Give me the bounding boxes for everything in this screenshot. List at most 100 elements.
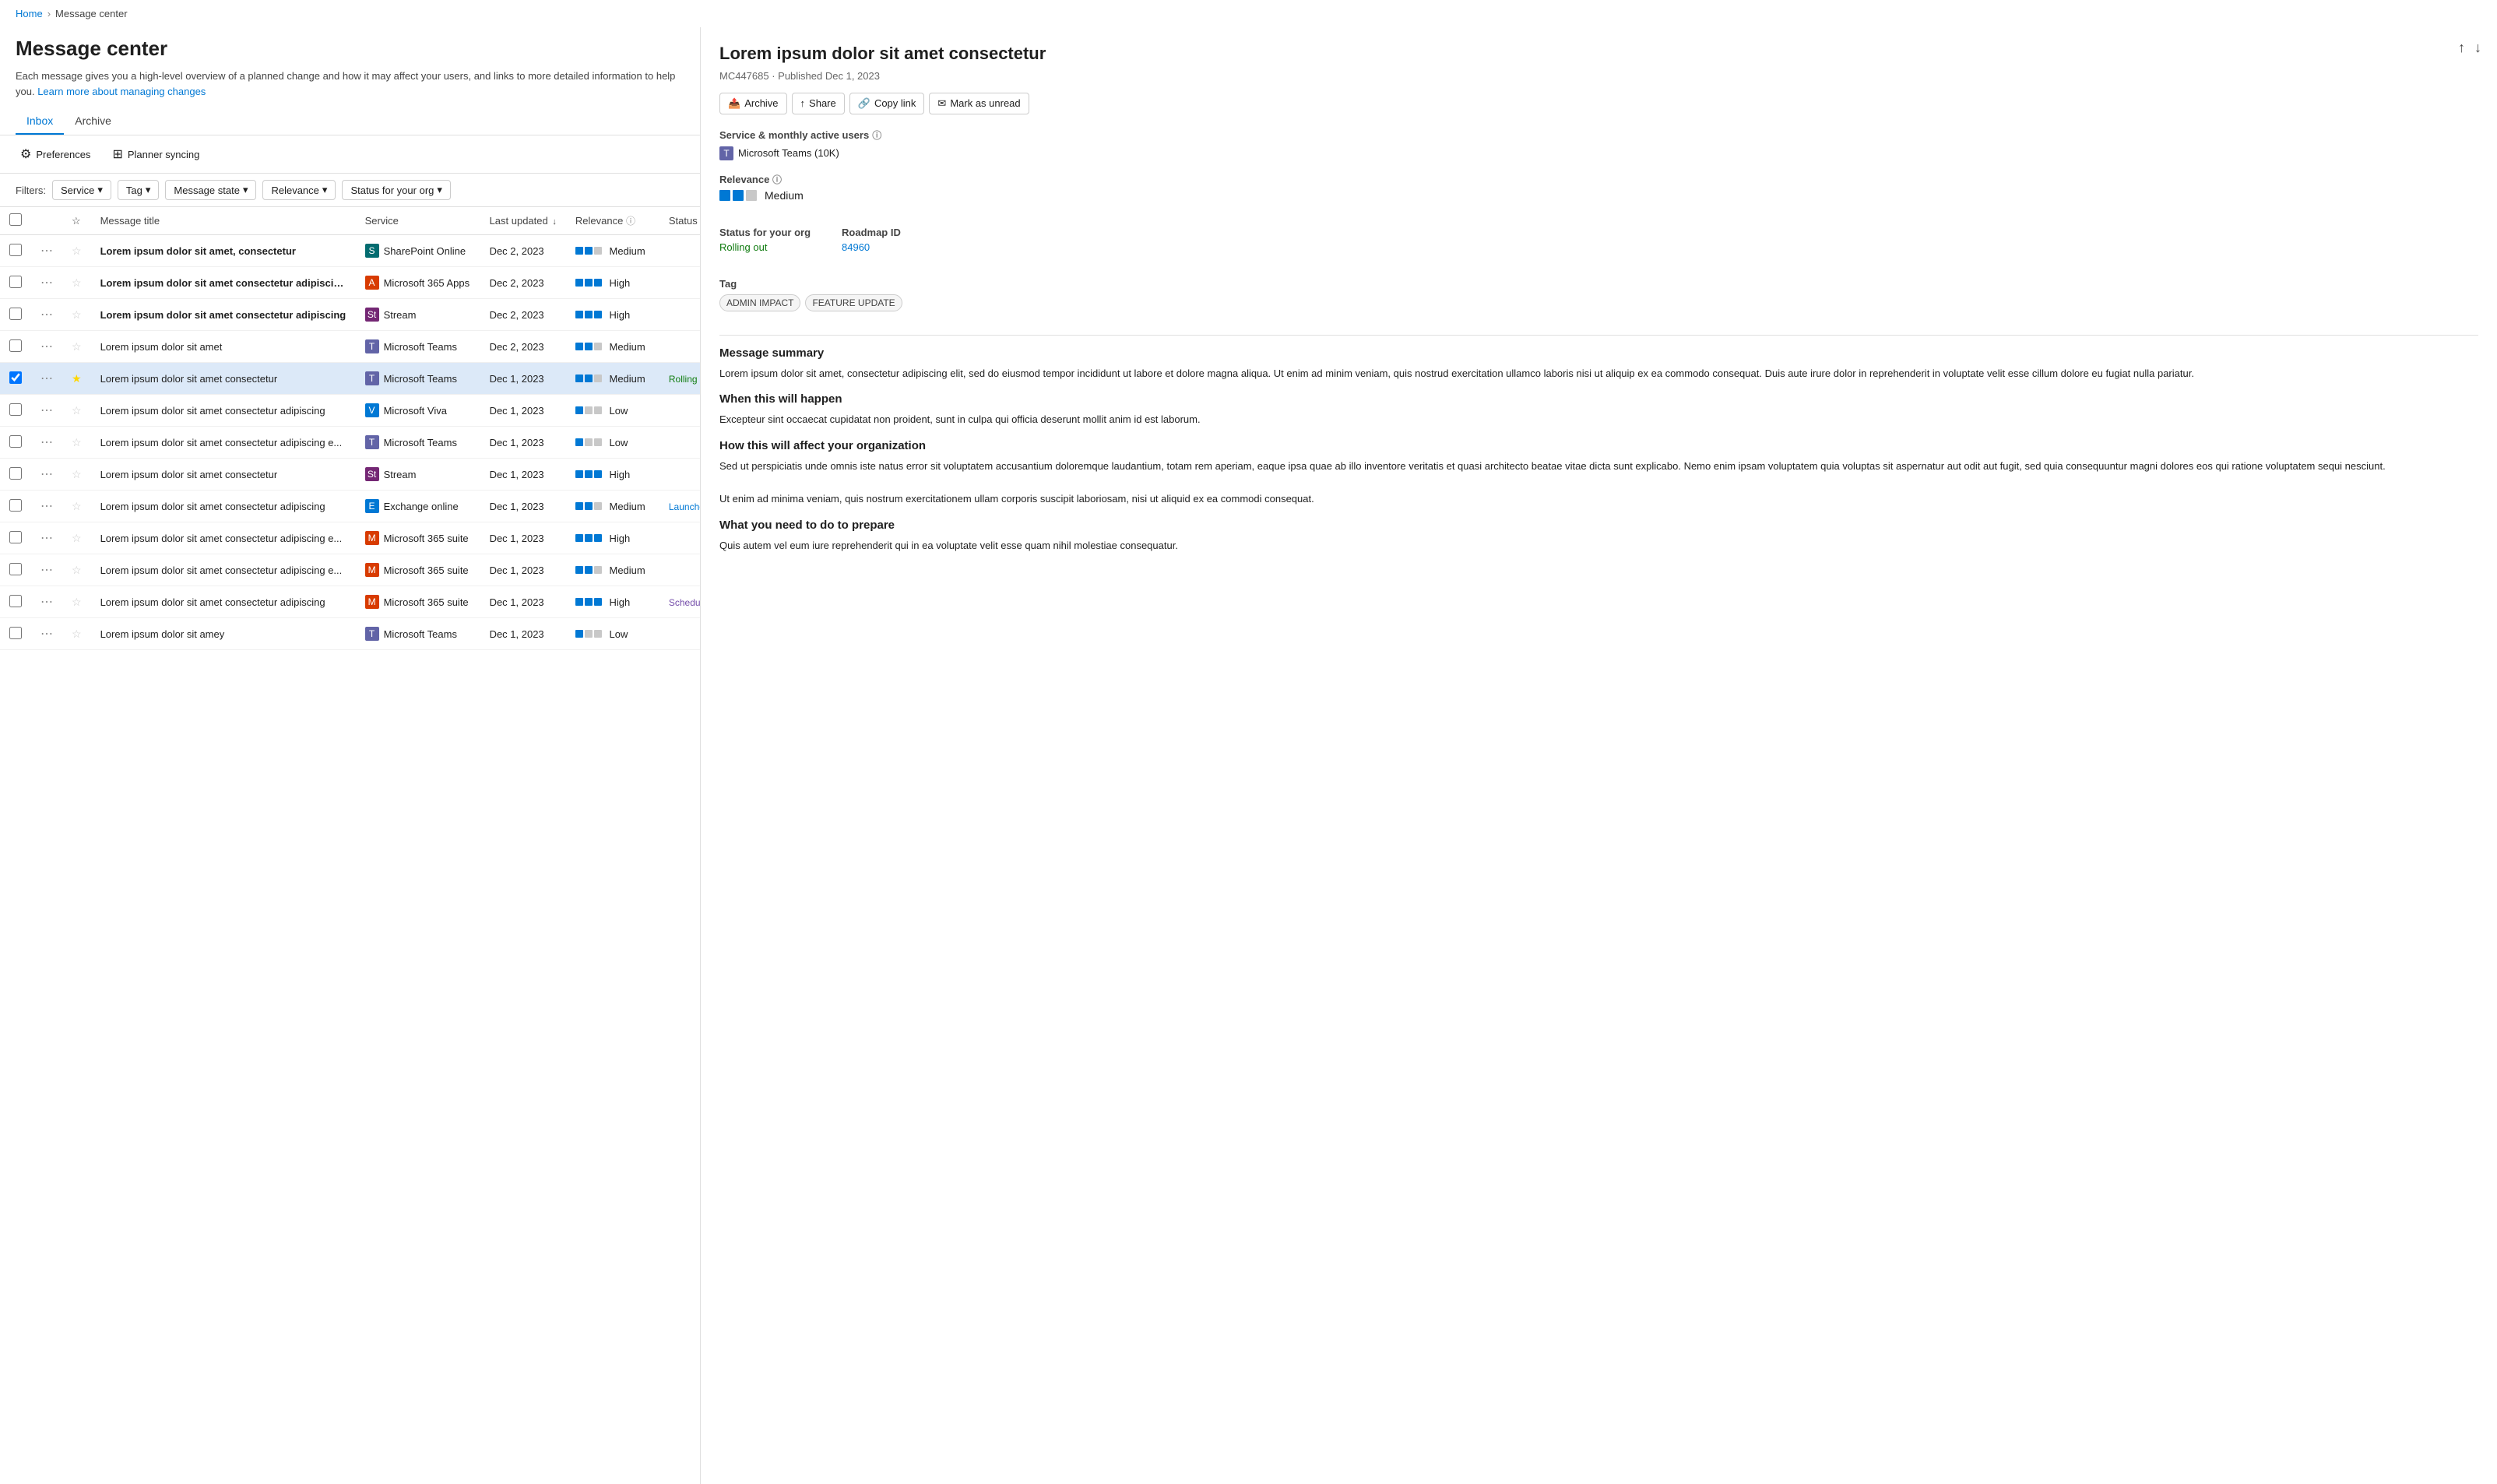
row-checkbox-1[interactable] xyxy=(9,244,22,256)
row-star-icon[interactable]: ☆ xyxy=(72,468,82,480)
service-name: Microsoft 365 Apps xyxy=(384,277,470,289)
row-title-cell: Lorem ipsum dolor sit amet consectetur a… xyxy=(91,267,356,299)
row-star-icon[interactable]: ★ xyxy=(72,372,82,385)
table-row[interactable]: ⋯ ☆ Lorem ipsum dolor sit amet consectet… xyxy=(0,522,700,554)
row-checkbox-10[interactable] xyxy=(9,531,22,543)
row-menu-icon[interactable]: ⋯ xyxy=(40,468,53,481)
row-date: Dec 1, 2023 xyxy=(490,405,544,417)
archive-action-button[interactable]: 📤 Archive xyxy=(719,93,787,114)
col-date-header[interactable]: Last updated ↓ xyxy=(480,207,566,235)
table-row[interactable]: ⋯ ☆ Lorem ipsum dolor sit amet consectet… xyxy=(0,491,700,522)
planner-syncing-button[interactable]: ⊞ Planner syncing xyxy=(107,143,204,165)
row-star-icon[interactable]: ☆ xyxy=(72,244,82,257)
table-row[interactable]: ⋯ ☆ Lorem ipsum dolor sit amet T Microso… xyxy=(0,331,700,363)
row-relevance-label: High xyxy=(610,533,631,544)
table-row[interactable]: ⋯ ☆ Lorem ipsum dolor sit amet consectet… xyxy=(0,299,700,331)
row-menu-icon[interactable]: ⋯ xyxy=(40,564,53,577)
row-menu-icon[interactable]: ⋯ xyxy=(40,500,53,513)
row-title-cell: Lorem ipsum dolor sit amet consectetur a… xyxy=(91,395,356,427)
table-row[interactable]: ⋯ ☆ Lorem ipsum dolor sit amet consectet… xyxy=(0,395,700,427)
service-name: Microsoft Teams xyxy=(384,628,457,640)
row-title-cell: Lorem ipsum dolor sit amey xyxy=(91,618,356,650)
filter-status-org[interactable]: Status for your org ▾ xyxy=(342,180,450,200)
table-row[interactable]: ⋯ ☆ Lorem ipsum dolor sit amey T Microso… xyxy=(0,618,700,650)
select-all-checkbox[interactable] xyxy=(9,213,22,226)
row-star-icon[interactable]: ☆ xyxy=(72,532,82,544)
table-row[interactable]: ⋯ ★ Lorem ipsum dolor sit amet consectet… xyxy=(0,363,700,395)
row-star-cell: ☆ xyxy=(62,491,91,522)
row-title: Lorem ipsum dolor sit amet xyxy=(100,341,346,353)
row-title: Lorem ipsum dolor sit amet consectetur a… xyxy=(100,533,346,544)
row-menu-icon[interactable]: ⋯ xyxy=(40,532,53,545)
row-checkbox-4[interactable] xyxy=(9,339,22,352)
row-checkbox-12[interactable] xyxy=(9,595,22,607)
filter-tag[interactable]: Tag ▾ xyxy=(118,180,160,200)
row-star-icon[interactable]: ☆ xyxy=(72,500,82,512)
row-menu-icon[interactable]: ⋯ xyxy=(40,308,53,322)
row-star-icon[interactable]: ☆ xyxy=(72,276,82,289)
row-star-icon[interactable]: ☆ xyxy=(72,404,82,417)
row-star-icon[interactable]: ☆ xyxy=(72,596,82,608)
table-row[interactable]: ⋯ ☆ Lorem ipsum dolor sit amet consectet… xyxy=(0,459,700,491)
row-checkbox-6[interactable] xyxy=(9,403,22,416)
preferences-button[interactable]: ⚙ Preferences xyxy=(16,143,95,165)
row-checkbox-3[interactable] xyxy=(9,308,22,320)
roadmap-link[interactable]: 84960 xyxy=(842,241,870,253)
row-checkbox-8[interactable] xyxy=(9,467,22,480)
row-checkbox-5[interactable] xyxy=(9,371,22,384)
row-star-icon[interactable]: ☆ xyxy=(72,564,82,576)
row-star-icon[interactable]: ☆ xyxy=(72,308,82,321)
table-row[interactable]: ⋯ ☆ Lorem ipsum dolor sit amet consectet… xyxy=(0,267,700,299)
table-row[interactable]: ⋯ ☆ Lorem ipsum dolor sit amet, consecte… xyxy=(0,235,700,267)
table-row[interactable]: ⋯ ☆ Lorem ipsum dolor sit amet consectet… xyxy=(0,586,700,618)
row-checkbox-2[interactable] xyxy=(9,276,22,288)
filter-relevance[interactable]: Relevance ▾ xyxy=(262,180,336,200)
row-menu-icon[interactable]: ⋯ xyxy=(40,276,53,290)
row-star-cell: ☆ xyxy=(62,267,91,299)
filter-message-state[interactable]: Message state ▾ xyxy=(165,180,256,200)
row-checkbox-7[interactable] xyxy=(9,435,22,448)
status-roadmap-row: Status for your org Rolling out Roadmap … xyxy=(719,227,2478,253)
tags-section: Tag ADMIN IMPACT FEATURE UPDATE xyxy=(719,278,2478,311)
mark-unread-button[interactable]: ✉ Mark as unread xyxy=(929,93,1029,114)
service-name: SharePoint Online xyxy=(384,245,466,257)
row-checkbox-9[interactable] xyxy=(9,499,22,512)
row-star-icon[interactable]: ☆ xyxy=(72,628,82,640)
row-title-cell: Lorem ipsum dolor sit amet consectetur a… xyxy=(91,491,356,522)
row-menu-icon[interactable]: ⋯ xyxy=(40,436,53,449)
row-title: Lorem ipsum dolor sit amet consectetur a… xyxy=(100,564,346,576)
row-menu-icon[interactable]: ⋯ xyxy=(40,372,53,385)
row-checkbox-11[interactable] xyxy=(9,563,22,575)
breadcrumb-home[interactable]: Home xyxy=(16,8,43,19)
row-star-cell: ☆ xyxy=(62,618,91,650)
row-menu-icon[interactable]: ⋯ xyxy=(40,340,53,353)
row-menu-icon[interactable]: ⋯ xyxy=(40,244,53,258)
row-title: Lorem ipsum dolor sit amey xyxy=(100,628,346,640)
tag-feature-update: FEATURE UPDATE xyxy=(805,294,902,311)
row-service: M Microsoft 365 suite xyxy=(365,563,471,577)
row-menu-icon[interactable]: ⋯ xyxy=(40,404,53,417)
share-action-button[interactable]: ↑ Share xyxy=(792,93,845,114)
relevance-value: Medium xyxy=(719,189,804,202)
row-relevance-label: Low xyxy=(610,437,628,448)
row-star-icon[interactable]: ☆ xyxy=(72,340,82,353)
table-row[interactable]: ⋯ ☆ Lorem ipsum dolor sit amet consectet… xyxy=(0,427,700,459)
tab-archive[interactable]: Archive xyxy=(64,108,122,135)
nav-down-button[interactable]: ↓ xyxy=(2474,40,2481,56)
filter-service[interactable]: Service ▾ xyxy=(52,180,111,200)
service-icon-m365suite: M xyxy=(365,531,379,545)
table-row[interactable]: ⋯ ☆ Lorem ipsum dolor sit amet consectet… xyxy=(0,554,700,586)
tab-inbox[interactable]: Inbox xyxy=(16,108,64,135)
learn-more-link[interactable]: Learn more about managing changes xyxy=(37,86,206,97)
row-star-icon[interactable]: ☆ xyxy=(72,436,82,448)
row-service-cell: E Exchange online xyxy=(356,491,480,522)
row-menu-icon[interactable]: ⋯ xyxy=(40,596,53,609)
copy-link-button[interactable]: 🔗 Copy link xyxy=(849,93,925,114)
row-relevance-cell: High xyxy=(566,522,659,554)
nav-up-button[interactable]: ↑ xyxy=(2458,40,2465,56)
row-menu-icon[interactable]: ⋯ xyxy=(40,628,53,641)
tabs-container: Inbox Archive xyxy=(0,108,700,135)
row-checkbox-13[interactable] xyxy=(9,627,22,639)
row-service: S SharePoint Online xyxy=(365,244,471,258)
service-section-label: Service & monthly active users xyxy=(719,129,869,141)
